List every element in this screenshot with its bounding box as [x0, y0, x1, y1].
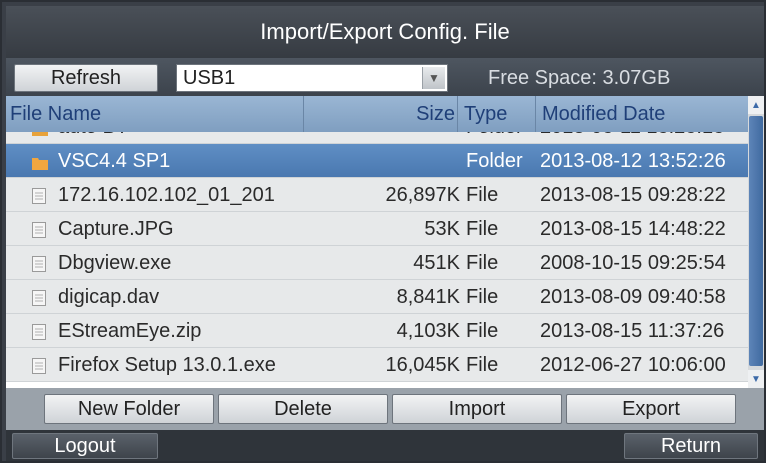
file-size: 8,841K	[396, 285, 460, 308]
import-button[interactable]: Import	[392, 394, 562, 424]
file-icon	[32, 289, 46, 306]
file-size: 53K	[424, 217, 460, 240]
file-type: File	[466, 183, 499, 206]
table-row[interactable]: Firefox Setup 13.0.1.exe 16,045K File 20…	[6, 348, 748, 382]
device-select[interactable]: USB1 ▼	[176, 64, 448, 92]
file-icon	[32, 323, 46, 340]
scroll-down-icon[interactable]: ▼	[748, 370, 764, 388]
table-header: File Name Size Type Modified Date	[6, 96, 748, 133]
refresh-button[interactable]: Refresh	[14, 64, 158, 92]
file-size: 451K	[413, 251, 460, 274]
file-size: 26,897K	[385, 183, 460, 206]
file-name: EStreamEye.zip	[58, 319, 202, 342]
file-list: auto BT Folder 2013-08-11 18:28:18 VSC4.…	[6, 132, 748, 388]
logout-button[interactable]: Logout	[12, 433, 158, 459]
table-row[interactable]: EStreamEye.zip 4,103K File 2013-08-15 11…	[6, 314, 748, 348]
file-icon	[32, 221, 46, 238]
file-type: File	[466, 285, 499, 308]
file-date: 2013-08-15 14:48:22	[540, 217, 726, 240]
import-export-dialog: Refresh USB1 ▼ Free Space: 3.07GB File N…	[6, 58, 764, 430]
file-date: 2013-08-12 13:52:26	[540, 149, 726, 172]
column-header-size[interactable]: Size	[304, 96, 458, 132]
file-date: 2013-08-15 09:28:22	[540, 183, 726, 206]
table-row-partial[interactable]: auto BT Folder 2013-08-11 18:28:18	[6, 132, 748, 144]
scrollbar-thumb[interactable]	[749, 116, 763, 366]
file-date: 2013-08-09 09:40:58	[540, 285, 726, 308]
app-frame: Import/Export Config. File Refresh USB1 …	[0, 0, 766, 463]
column-header-name[interactable]: File Name	[6, 96, 304, 132]
file-name: 172.16.102.102_01_201	[58, 183, 275, 206]
file-type: File	[466, 353, 499, 376]
file-date: 2012-06-27 10:06:00	[540, 353, 726, 376]
file-name: Capture.JPG	[58, 217, 174, 240]
file-date: 2013-08-11 18:28:18	[540, 132, 748, 144]
file-size: 16,045K	[385, 353, 460, 376]
chevron-down-icon[interactable]: ▼	[422, 67, 445, 89]
file-size: 4,103K	[396, 319, 460, 342]
file-date: 2013-08-15 11:37:26	[540, 319, 725, 342]
file-table: File Name Size Type Modified Date auto B…	[6, 96, 764, 388]
file-name: auto BT	[58, 132, 298, 144]
folder-icon	[32, 153, 48, 170]
folder-icon	[32, 132, 48, 136]
return-button[interactable]: Return	[624, 433, 758, 459]
table-row[interactable]: VSC4.4 SP1 Folder 2013-08-12 13:52:26	[6, 144, 748, 178]
table-row[interactable]: Dbgview.exe 451K File 2008-10-15 09:25:5…	[6, 246, 748, 280]
free-space-label: Free Space: 3.07GB	[488, 66, 671, 89]
scroll-up-icon[interactable]: ▲	[748, 96, 764, 114]
file-type: Folder	[466, 149, 523, 172]
vertical-scrollbar[interactable]: ▲ ▼	[748, 96, 764, 388]
column-header-date[interactable]: Modified Date	[536, 96, 748, 132]
file-name: digicap.dav	[58, 285, 160, 308]
window-title: Import/Export Config. File	[6, 6, 764, 58]
table-row[interactable]: digicap.dav 8,841K File 2013-08-09 09:40…	[6, 280, 748, 314]
file-type: File	[466, 319, 499, 342]
toolbar: Refresh USB1 ▼ Free Space: 3.07GB	[6, 58, 764, 96]
table-row[interactable]: 172.16.102.102_01_201 26,897K File 2013-…	[6, 178, 748, 212]
file-icon	[32, 187, 46, 204]
file-icon	[32, 357, 46, 374]
file-size	[304, 144, 460, 178]
file-name: Firefox Setup 13.0.1.exe	[58, 353, 276, 376]
delete-button[interactable]: Delete	[218, 394, 388, 424]
file-type: File	[466, 217, 499, 240]
file-name: Dbgview.exe	[58, 251, 172, 274]
file-icon	[32, 255, 46, 272]
file-date: 2008-10-15 09:25:54	[540, 251, 726, 274]
file-name: VSC4.4 SP1	[58, 149, 171, 172]
device-select-value: USB1	[183, 66, 236, 89]
export-button[interactable]: Export	[566, 394, 736, 424]
file-type: Folder	[466, 132, 538, 144]
column-header-type[interactable]: Type	[458, 96, 536, 132]
new-folder-button[interactable]: New Folder	[44, 394, 214, 424]
file-type: File	[466, 251, 499, 274]
action-bar: New Folder Delete Import Export	[6, 388, 764, 430]
footer-bar: Logout Return	[6, 430, 764, 461]
table-row[interactable]: Capture.JPG 53K File 2013-08-15 14:48:22	[6, 212, 748, 246]
